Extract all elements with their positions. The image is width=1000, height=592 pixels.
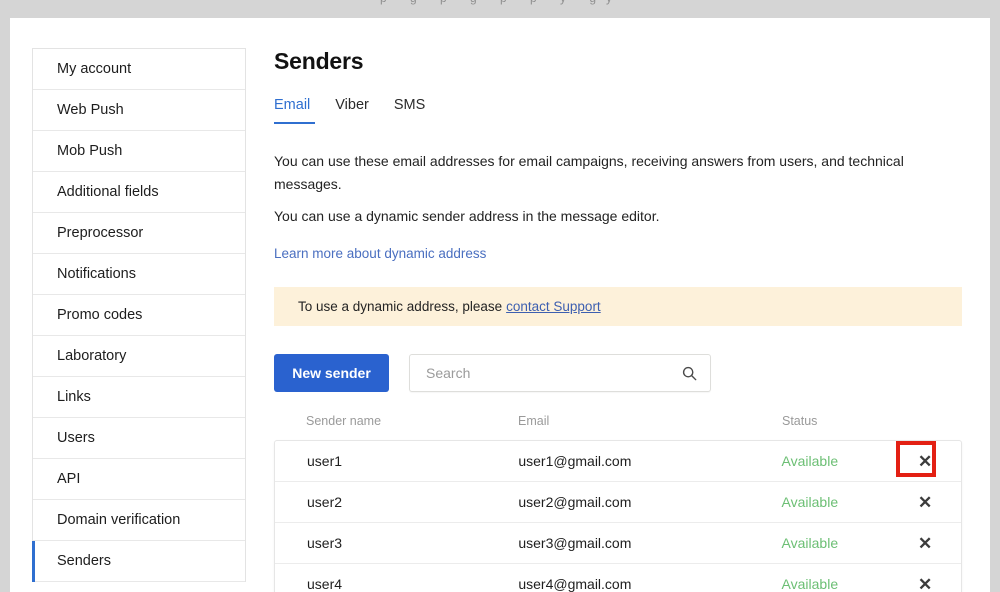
sidebar-item-users[interactable]: Users: [33, 418, 245, 459]
senders-toolbar: New sender: [274, 354, 974, 393]
cell-email: user3@gmail.com: [518, 535, 632, 552]
sidebar-item-label: My account: [57, 61, 132, 77]
cell-actions: ✕: [889, 573, 961, 592]
settings-sidebar: My account Web Push Mob Push Additional fie…: [32, 48, 246, 582]
sidebar-item-domain-verification[interactable]: Domain verification: [33, 500, 245, 541]
cell-sender-name: user3: [307, 535, 343, 552]
cell-email: user4@gmail.com: [518, 576, 632, 592]
sidebar-item-label: Web Push: [57, 102, 124, 118]
status-badge: Available: [781, 494, 839, 511]
cell-actions: ✕: [889, 532, 961, 554]
column-header-status: Status: [782, 414, 818, 429]
dynamic-address-notice: To use a dynamic address, please contact…: [274, 287, 962, 327]
learn-more-link[interactable]: Learn more about dynamic address: [274, 246, 486, 261]
status-badge: Available: [781, 576, 839, 592]
cell-actions: ✕: [889, 491, 961, 513]
tab-label: SMS: [393, 97, 426, 113]
table-row[interactable]: user2 user2@gmail.com Available ✕: [275, 482, 961, 524]
table-body: user1 user1@gmail.com Available ✕ user2 user2…: [274, 440, 962, 592]
sidebar-item-api[interactable]: API: [33, 459, 245, 500]
sidebar-item-additional-fields[interactable]: Additional fields: [33, 172, 245, 213]
sidebar-item-label: Mob Push: [57, 143, 123, 159]
search-field-wrapper[interactable]: [409, 354, 711, 393]
status-badge: Available: [781, 453, 839, 470]
description-secondary: You can use a dynamic sender address in …: [274, 208, 660, 225]
page-title: Senders: [274, 48, 364, 74]
table-row[interactable]: user4 user4@gmail.com Available ✕: [275, 564, 961, 592]
sidebar-item-links[interactable]: Links: [33, 377, 245, 418]
delete-sender-icon[interactable]: ✕: [914, 491, 936, 513]
channel-tabs: Email Viber SMS: [274, 97, 974, 124]
cell-sender-name: user1: [307, 453, 343, 470]
sidebar-item-promo-codes[interactable]: Promo codes: [33, 295, 245, 336]
column-header-email: Email: [518, 414, 550, 429]
tab-label: Email: [274, 97, 311, 113]
delete-sender-icon[interactable]: ✕: [914, 450, 936, 472]
sidebar-item-label: Preprocessor: [57, 225, 144, 241]
description-primary: You can use these email addresses for em…: [274, 153, 904, 192]
notice-text: To use a dynamic address, please: [298, 299, 503, 315]
cell-email: user2@gmail.com: [518, 494, 632, 511]
sidebar-item-label: Notifications: [57, 266, 136, 282]
cell-actions: ✕: [889, 441, 961, 478]
tab-email[interactable]: Email: [274, 97, 327, 124]
sidebar-item-my-account[interactable]: My account: [33, 49, 245, 90]
tab-sms[interactable]: SMS: [394, 97, 442, 124]
sidebar-item-senders[interactable]: Senders: [32, 541, 245, 582]
sidebar-item-label: Additional fields: [57, 184, 159, 200]
sidebar-item-label: Promo codes: [57, 307, 143, 323]
browser-chrome-strip: p g p g p p y gy: [0, 0, 1000, 18]
sidebar-item-label: API: [57, 471, 81, 487]
table-header-row: Sender name Email Status: [274, 414, 962, 440]
table-row[interactable]: user1 user1@gmail.com Available ✕: [275, 441, 961, 483]
cell-sender-name: user2: [307, 494, 343, 511]
search-input[interactable]: [410, 355, 710, 392]
tab-viber[interactable]: Viber: [335, 97, 386, 124]
chrome-ghost-text: p g p g p p y gy: [380, 0, 622, 5]
new-sender-button[interactable]: New sender: [274, 354, 389, 393]
table-row[interactable]: user3 user3@gmail.com Available ✕: [275, 523, 961, 565]
delete-sender-icon[interactable]: ✕: [914, 532, 936, 554]
column-header-sender-name: Sender name: [306, 414, 382, 429]
sidebar-item-web-push[interactable]: Web Push: [33, 90, 245, 131]
sidebar-item-label: Users: [57, 430, 95, 446]
cell-email: user1@gmail.com: [518, 453, 632, 470]
sidebar-item-label: Links: [57, 389, 91, 405]
main-content: Senders Email Viber SMS You can use these …: [274, 48, 974, 592]
delete-sender-icon[interactable]: ✕: [914, 573, 936, 592]
contact-support-link[interactable]: contact Support: [506, 299, 601, 314]
page-canvas: My account Web Push Mob Push Additional fie…: [10, 18, 990, 592]
sidebar-item-label: Laboratory: [57, 348, 127, 364]
tab-label: Viber: [335, 97, 369, 113]
sidebar-item-notifications[interactable]: Notifications: [33, 254, 245, 295]
senders-table: Sender name Email Status user1 user1@gmail.…: [274, 414, 962, 592]
sidebar-item-laboratory[interactable]: Laboratory: [33, 336, 245, 377]
sidebar-item-mob-push[interactable]: Mob Push: [33, 131, 245, 172]
sidebar-item-label: Senders: [57, 553, 112, 569]
sidebar-item-preprocessor[interactable]: Preprocessor: [33, 213, 245, 254]
cell-sender-name: user4: [307, 576, 343, 592]
column-header-actions: [890, 414, 962, 428]
browser-window: p g p g p p y gy My account Web Push Mob P…: [0, 0, 1000, 592]
status-badge: Available: [781, 535, 839, 552]
sidebar-item-label: Domain verification: [57, 512, 181, 528]
